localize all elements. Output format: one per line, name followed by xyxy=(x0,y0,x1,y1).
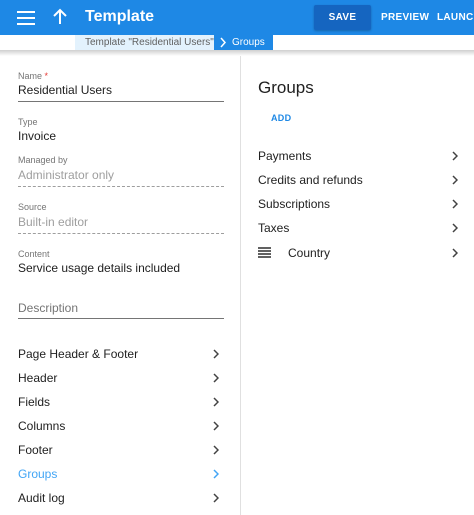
groups-title: Groups xyxy=(258,78,314,97)
arrow-up-icon[interactable] xyxy=(51,8,69,26)
nav-item-label: Groups xyxy=(18,467,58,481)
nav-item-label: Audit log xyxy=(18,491,65,505)
type-label: Type xyxy=(18,117,38,127)
breadcrumb-parent[interactable]: Template "Residential Users" xyxy=(75,35,222,50)
group-item-credits-and-refunds[interactable]: Credits and refunds xyxy=(258,169,462,191)
chevron-right-icon xyxy=(213,421,219,431)
content-label: Content xyxy=(18,249,50,259)
save-button[interactable]: SAVE xyxy=(314,5,371,30)
nav-item-header[interactable]: Header xyxy=(18,367,224,389)
source-value: Built-in editor xyxy=(18,215,89,229)
nav-item-label: Header xyxy=(18,371,58,385)
name-field[interactable]: Residential Users xyxy=(18,83,112,97)
launch-button[interactable]: LAUNCH xyxy=(437,12,474,23)
chevron-right-icon xyxy=(452,151,458,161)
chevron-right-icon xyxy=(452,223,458,233)
chevron-right-icon xyxy=(213,469,219,479)
group-item-label: Credits and refunds xyxy=(258,173,363,187)
name-field-underline xyxy=(18,101,224,102)
required-mark: * xyxy=(44,71,49,81)
group-item-label: Payments xyxy=(258,149,312,163)
group-item-taxes[interactable]: Taxes xyxy=(258,217,462,239)
groups-panel xyxy=(241,56,474,515)
group-item-label: Country xyxy=(288,246,331,260)
chevron-right-icon xyxy=(213,373,219,383)
nav-item-audit-log[interactable]: Audit log xyxy=(18,487,224,509)
managed-by-label: Managed by xyxy=(18,155,68,165)
source-underline xyxy=(18,233,224,234)
group-item-country[interactable]: Country xyxy=(288,242,462,264)
managed-by-underline xyxy=(18,186,224,187)
nav-item-label: Columns xyxy=(18,419,66,433)
menu-icon[interactable] xyxy=(17,11,35,25)
page-title: Template xyxy=(85,8,155,25)
add-button[interactable]: ADD xyxy=(271,113,291,123)
managed-by-value: Administrator only xyxy=(18,168,115,182)
app-bar: Template SAVE PREVIEW LAUNCH xyxy=(0,0,474,35)
chevron-right-icon xyxy=(452,248,458,258)
chevron-right-icon xyxy=(452,175,458,185)
description-underline xyxy=(18,318,224,319)
chevron-right-icon xyxy=(213,349,219,359)
nav-item-label: Page Header & Footer xyxy=(18,347,139,361)
description-field[interactable]: Description xyxy=(18,301,78,315)
nav-item-page-header-footer[interactable]: Page Header & Footer xyxy=(18,343,224,365)
name-label: Name * xyxy=(18,71,49,81)
nav-item-columns[interactable]: Columns xyxy=(18,415,224,437)
chevron-right-icon xyxy=(213,445,219,455)
group-item-payments[interactable]: Payments xyxy=(258,145,462,167)
group-item-label: Subscriptions xyxy=(258,197,331,211)
group-item-subscriptions[interactable]: Subscriptions xyxy=(258,193,462,215)
chevron-right-icon xyxy=(213,397,219,407)
preview-button[interactable]: PREVIEW xyxy=(381,12,429,23)
type-value: Invoice xyxy=(18,129,57,143)
group-item-label: Taxes xyxy=(258,221,290,235)
nav-item-label: Fields xyxy=(18,395,51,409)
source-label: Source xyxy=(18,202,47,212)
nav-item-groups[interactable]: Groups xyxy=(18,463,224,485)
chevron-right-icon xyxy=(213,493,219,503)
chevron-right-icon xyxy=(220,37,227,48)
nav-item-label: Footer xyxy=(18,443,53,457)
chevron-right-icon xyxy=(452,199,458,209)
nav-item-fields[interactable]: Fields xyxy=(18,391,224,413)
content-value: Service usage details included xyxy=(18,261,181,275)
nav-item-footer[interactable]: Footer xyxy=(18,439,224,461)
drag-handle-icon[interactable] xyxy=(258,247,271,258)
